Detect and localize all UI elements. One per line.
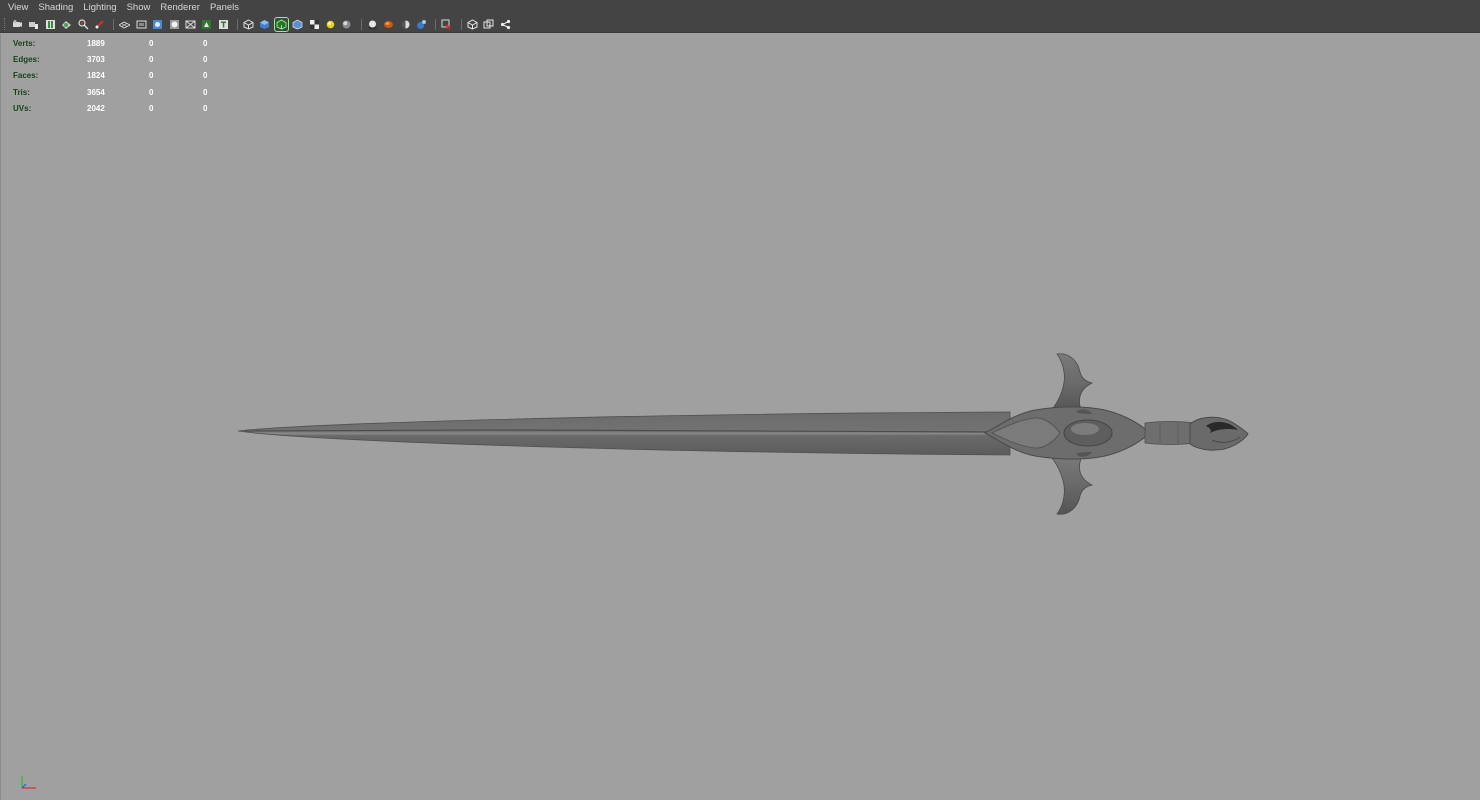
- wireframe-on-shaded-icon[interactable]: [273, 16, 289, 32]
- hud-row-tris: Tris: 3654 0 0: [13, 84, 233, 100]
- xray-active-components-icon[interactable]: [482, 18, 495, 31]
- hud-value-selected: 0: [149, 54, 154, 64]
- toolbar-separator: [237, 18, 239, 30]
- depth-of-field-icon[interactable]: [415, 18, 428, 31]
- hud-value-selected: 0: [149, 71, 154, 81]
- maya-viewport-panel: View Shading Lighting Show Renderer Pane…: [0, 0, 1480, 800]
- toolbar-separator: [360, 18, 362, 30]
- multisample-aa-icon[interactable]: [399, 18, 412, 31]
- xray-joints-icon[interactable]: [499, 18, 512, 31]
- xray-icon[interactable]: [466, 18, 479, 31]
- safe-title-icon[interactable]: [200, 18, 213, 31]
- hud-row-verts: Verts: 1889 0 0: [13, 35, 233, 51]
- default-material-icon[interactable]: [291, 18, 304, 31]
- grid-icon[interactable]: [118, 18, 131, 31]
- hud-value-total: 3703: [87, 54, 105, 64]
- hud-value-total: 2042: [87, 103, 105, 113]
- hud-value-components: 0: [203, 54, 208, 64]
- camera-attributes-icon[interactable]: [27, 18, 40, 31]
- hud-label: Edges:: [13, 54, 40, 64]
- panel-toolbar: [0, 16, 1480, 33]
- hud-value-components: 0: [203, 71, 208, 81]
- motion-blur-icon[interactable]: [382, 18, 395, 31]
- textured-icon[interactable]: [308, 18, 321, 31]
- hud-label: Faces:: [13, 71, 39, 81]
- panel-menu-bar: View Shading Lighting Show Renderer Pane…: [0, 0, 1480, 16]
- toolbar-separator: [435, 18, 437, 30]
- resolution-gate-icon[interactable]: [151, 18, 164, 31]
- menu-renderer[interactable]: Renderer: [155, 0, 205, 16]
- hud-row-uvs: UVs: 2042 0 0: [13, 100, 233, 116]
- hud-value-total: 1889: [87, 38, 105, 48]
- hud-row-edges: Edges: 3703 0 0: [13, 51, 233, 67]
- menu-show[interactable]: Show: [122, 0, 156, 16]
- toolbar-separator: [113, 18, 115, 30]
- field-chart-icon[interactable]: [184, 18, 197, 31]
- poly-count-hud: Verts: 1889 0 0 Edges: 3703 0 0 Faces: 1…: [13, 35, 233, 116]
- isolate-select-icon[interactable]: [440, 18, 453, 31]
- hud-label: UVs:: [13, 103, 32, 113]
- film-gate-icon[interactable]: [135, 18, 148, 31]
- hud-value-selected: 0: [149, 87, 154, 97]
- hud-label: Tris:: [13, 87, 30, 97]
- grease-pencil-icon[interactable]: [93, 18, 106, 31]
- menu-shading[interactable]: Shading: [33, 0, 78, 16]
- hud-value-total: 3654: [87, 87, 105, 97]
- image-plane-icon[interactable]: [60, 18, 73, 31]
- bookmark-icon[interactable]: [44, 18, 57, 31]
- hud-row-faces: Faces: 1824 0 0: [13, 68, 233, 84]
- screen-space-ao-icon[interactable]: [366, 18, 379, 31]
- hud-value-total: 1824: [87, 71, 105, 81]
- smooth-shade-icon[interactable]: [258, 18, 271, 31]
- gate-mask-icon[interactable]: [168, 18, 181, 31]
- toolbar-grip[interactable]: [4, 18, 7, 30]
- hud-value-components: 0: [203, 87, 208, 97]
- menu-panels[interactable]: Panels: [205, 0, 244, 16]
- hud-label: Verts:: [13, 38, 36, 48]
- text-icon[interactable]: [217, 18, 230, 31]
- wireframe-icon[interactable]: [242, 18, 255, 31]
- hud-value-selected: 0: [149, 38, 154, 48]
- view-axis-gizmo: [21, 776, 36, 789]
- shadows-icon[interactable]: [340, 18, 353, 31]
- 3d-viewport[interactable]: [0, 34, 1480, 800]
- hud-value-components: 0: [203, 38, 208, 48]
- 2d-pan-zoom-icon[interactable]: [77, 18, 90, 31]
- menu-view[interactable]: View: [3, 0, 33, 16]
- menu-lighting[interactable]: Lighting: [78, 0, 121, 16]
- hud-value-selected: 0: [149, 103, 154, 113]
- hud-value-components: 0: [203, 103, 208, 113]
- toolbar-separator: [460, 18, 462, 30]
- use-all-lights-icon[interactable]: [324, 18, 337, 31]
- camera-select-icon[interactable]: [11, 18, 24, 31]
